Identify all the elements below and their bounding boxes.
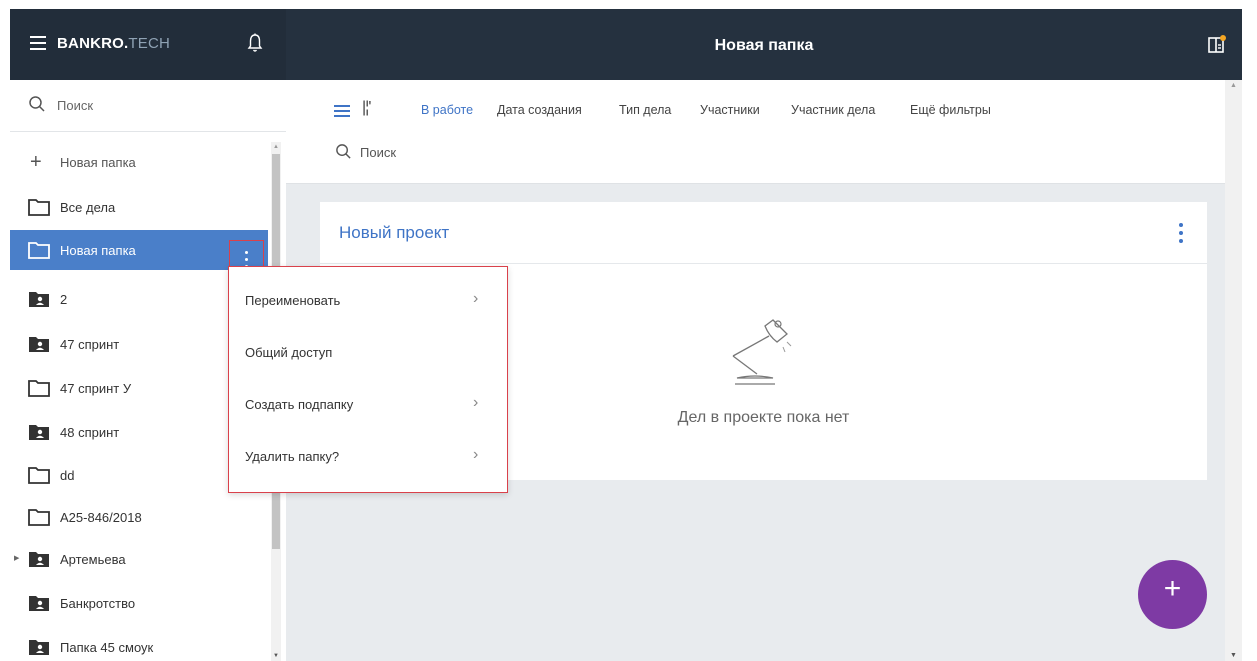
shared-folder-icon bbox=[29, 596, 49, 611]
sidebar-item-a25[interactable]: А25-846/2018 bbox=[10, 497, 268, 537]
sidebar-item-folder-45[interactable]: Папка 45 смоук bbox=[10, 627, 268, 661]
sidebar-item-label: 48 спринт bbox=[60, 425, 120, 440]
add-case-button[interactable]: + bbox=[1138, 560, 1207, 629]
filter-tab-case-type[interactable]: Тип дела bbox=[619, 103, 671, 117]
dot bbox=[245, 251, 248, 254]
folder-outline-icon bbox=[28, 467, 50, 484]
plus-icon: + bbox=[30, 151, 42, 173]
sidebar-item-label: 47 спринт bbox=[60, 337, 120, 352]
menu-item-share[interactable]: Общий доступ bbox=[229, 327, 506, 379]
sidebar-item-artemyeva[interactable]: ▶ Артемьева bbox=[10, 539, 268, 579]
dot bbox=[1179, 231, 1183, 235]
filter-bar: |¦' В работе Дата создания Тип дела Учас… bbox=[286, 80, 1242, 184]
bell-icon[interactable] bbox=[247, 33, 263, 53]
scroll-up-icon[interactable]: ▲ bbox=[1230, 82, 1237, 89]
page-title: Новая папка bbox=[714, 37, 814, 54]
top-bar: BANKRO.TECH Новая папка bbox=[10, 9, 1242, 80]
plus-icon: + bbox=[1163, 572, 1182, 605]
shared-folder-icon bbox=[29, 425, 49, 440]
search-icon[interactable] bbox=[335, 143, 352, 160]
sidebar-item-label: Все дела bbox=[60, 200, 116, 215]
shared-folder-icon bbox=[29, 552, 49, 567]
expand-arrow-icon[interactable]: ▶ bbox=[14, 554, 19, 562]
list-view-icon[interactable] bbox=[334, 105, 350, 117]
columns-view-icon[interactable]: |¦' bbox=[362, 99, 371, 117]
side-panel-icon[interactable] bbox=[1208, 35, 1226, 53]
sidebar-search-placeholder: Поиск bbox=[57, 98, 94, 113]
sidebar-item-all-cases[interactable]: Все дела bbox=[10, 187, 268, 227]
menu-item-delete-folder[interactable]: Удалить папку? › bbox=[229, 431, 506, 483]
folder-outline-icon bbox=[28, 509, 50, 526]
filter-tab-created-date[interactable]: Дата создания bbox=[497, 103, 582, 117]
project-title[interactable]: Новый проект bbox=[339, 223, 449, 243]
search-icon bbox=[29, 96, 45, 112]
dot bbox=[245, 258, 248, 261]
filter-tab-more-filters[interactable]: Ещё фильтры bbox=[910, 103, 991, 117]
shared-folder-icon bbox=[29, 640, 49, 655]
filter-tab-participants[interactable]: Участники bbox=[700, 103, 760, 117]
scroll-up-icon[interactable]: ▲ bbox=[273, 144, 279, 150]
chevron-right-icon: › bbox=[473, 290, 479, 307]
brand-logo[interactable]: BANKRO.TECH bbox=[57, 35, 170, 52]
menu-item-label: Создать подпапку bbox=[245, 397, 354, 412]
scroll-down-icon[interactable]: ▼ bbox=[273, 653, 279, 659]
content-scrollbar[interactable]: ▲ ▼ bbox=[1225, 80, 1242, 661]
project-options-button[interactable] bbox=[1175, 222, 1187, 244]
sidebar-item-label: Папка 45 смоук bbox=[60, 640, 154, 655]
menu-item-create-subfolder[interactable]: Создать подпапку › bbox=[229, 379, 506, 431]
sidebar-item-label: dd bbox=[60, 468, 75, 483]
scroll-down-icon[interactable]: ▼ bbox=[1230, 652, 1237, 659]
sidebar-item-label: 2 bbox=[60, 292, 68, 307]
menu-item-label: Удалить папку? bbox=[245, 449, 340, 464]
folder-context-menu: Переименовать › Общий доступ Создать под… bbox=[228, 266, 508, 493]
sidebar-item-label: Артемьева bbox=[60, 552, 126, 567]
chevron-right-icon: › bbox=[473, 394, 479, 411]
menu-item-rename[interactable]: Переименовать › bbox=[229, 275, 506, 327]
content-search-placeholder[interactable]: Поиск bbox=[360, 145, 396, 160]
sidebar-item-label: А25-846/2018 bbox=[60, 510, 142, 525]
sidebar-item-label: 47 спринт У bbox=[60, 381, 132, 396]
app-window: BANKRO.TECH Новая папка Поиск + Новая па… bbox=[10, 9, 1242, 661]
sidebar-search[interactable]: Поиск bbox=[10, 80, 286, 132]
new-folder-label: Новая папка bbox=[60, 155, 136, 170]
dot bbox=[1179, 223, 1183, 227]
hamburger-menu-icon[interactable] bbox=[30, 36, 46, 50]
filter-tab-in-work[interactable]: В работе bbox=[421, 103, 473, 117]
top-bar-left: BANKRO.TECH bbox=[10, 9, 286, 80]
menu-item-label: Переименовать bbox=[245, 293, 341, 308]
sidebar-item-label: Новая папка bbox=[60, 243, 136, 258]
project-card-header: Новый проект bbox=[320, 202, 1207, 264]
shared-folder-icon bbox=[29, 337, 49, 352]
sidebar-item-label: Банкротство bbox=[60, 596, 136, 611]
filter-tab-case-participant[interactable]: Участник дела bbox=[791, 103, 875, 117]
desk-lamp-icon bbox=[732, 319, 792, 385]
sidebar-item-bankruptcy[interactable]: Банкротство bbox=[10, 583, 268, 623]
brand-main: BANKRO. bbox=[57, 35, 129, 52]
shared-folder-icon bbox=[29, 292, 49, 307]
new-folder-button[interactable]: + Новая папка bbox=[10, 142, 268, 182]
folder-outline-icon bbox=[28, 199, 50, 216]
dot bbox=[1179, 239, 1183, 243]
menu-item-label: Общий доступ bbox=[245, 345, 333, 360]
brand-suffix: TECH bbox=[128, 35, 171, 52]
folder-outline-icon bbox=[28, 380, 50, 397]
chevron-right-icon: › bbox=[473, 446, 479, 463]
folder-outline-icon bbox=[28, 242, 50, 259]
